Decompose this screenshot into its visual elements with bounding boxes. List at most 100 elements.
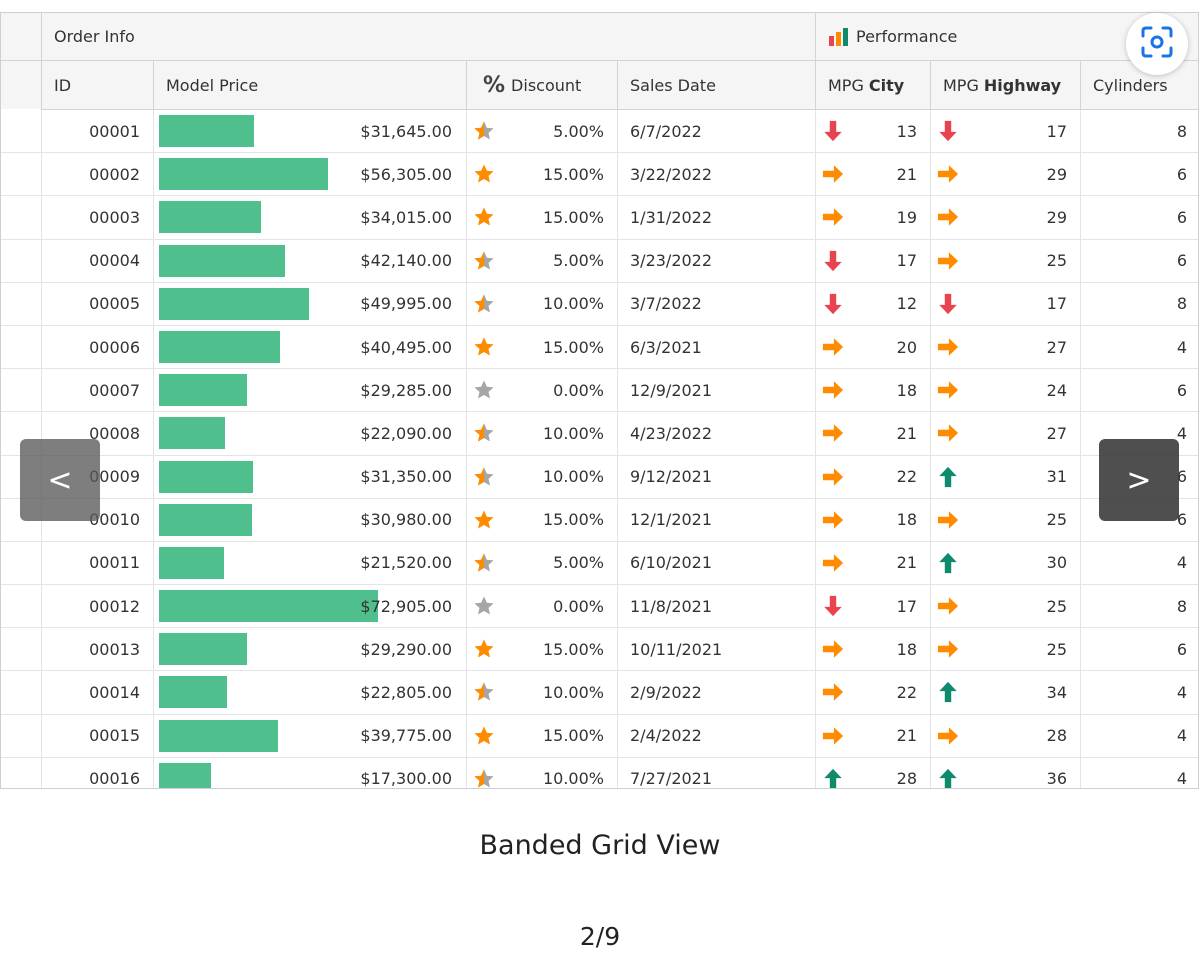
table-row[interactable]: 00010 $30,980.00 15.00% 12/1/2021 18 25 6 [1,498,1198,542]
cell-discount[interactable]: 15.00% [467,714,618,757]
cell-model-price[interactable]: $42,140.00 [154,239,467,282]
cell-mpg-city[interactable]: 21 [816,153,931,196]
row-indicator[interactable] [1,153,42,196]
cell-discount[interactable]: 10.00% [467,455,618,498]
cell-sales-date[interactable]: 3/7/2022 [618,282,816,325]
cell-model-price[interactable]: $72,905.00 [154,585,467,628]
cell-model-price[interactable]: $40,495.00 [154,325,467,369]
cell-mpg-highway[interactable]: 36 [931,757,1081,788]
row-indicator[interactable] [1,757,42,788]
row-indicator[interactable] [1,714,42,757]
cell-model-price[interactable]: $22,805.00 [154,671,467,714]
cell-discount[interactable]: 10.00% [467,412,618,455]
cell-discount[interactable]: 0.00% [467,369,618,412]
cell-sales-date[interactable]: 6/7/2022 [618,110,816,153]
cell-id[interactable]: 00002 [42,153,154,196]
cell-cylinders[interactable]: 4 [1081,758,1198,788]
cell-cylinders[interactable]: 4 [1081,715,1198,757]
cell-cylinders[interactable]: 6 [1081,628,1198,670]
cell-mpg-city[interactable]: 20 [816,325,931,369]
cell-model-price[interactable]: $31,350.00 [154,455,467,498]
row-indicator[interactable] [1,585,42,628]
cell-id[interactable]: 00014 [42,671,154,714]
cell-sales-date[interactable]: 11/8/2021 [618,585,816,628]
cell-cylinders[interactable]: 8 [1081,110,1198,152]
cell-id[interactable]: 00004 [42,239,154,282]
cell-mpg-city[interactable]: 17 [816,585,931,628]
cell-discount[interactable]: 15.00% [467,325,618,369]
column-header-discount[interactable]: % Discount [467,61,618,109]
table-row[interactable]: 00015 $39,775.00 15.00% 2/4/2022 21 28 4 [1,714,1198,758]
cell-mpg-city[interactable]: 18 [816,369,931,412]
column-header-sales-date[interactable]: Sales Date [618,61,816,109]
cell-mpg-highway[interactable]: 25 [931,498,1081,541]
table-row[interactable]: 00011 $21,520.00 5.00% 6/10/2021 21 30 4 [1,541,1198,586]
cell-sales-date[interactable]: 3/22/2022 [618,153,816,196]
cell-sales-date[interactable]: 10/11/2021 [618,628,816,671]
cell-mpg-city[interactable]: 18 [816,498,931,541]
cell-id[interactable]: 00013 [42,628,154,671]
table-row[interactable]: 00013 $29,290.00 15.00% 10/11/2021 18 25 6 [1,628,1198,672]
cell-mpg-highway[interactable]: 24 [931,369,1081,412]
cell-discount[interactable]: 15.00% [467,153,618,196]
table-row[interactable]: 00006 $40,495.00 15.00% 6/3/2021 20 27 4 [1,325,1198,370]
cell-sales-date[interactable]: 7/27/2021 [618,757,816,788]
cell-id[interactable]: 00015 [42,714,154,757]
cell-sales-date[interactable]: 4/23/2022 [618,412,816,455]
table-row[interactable]: 00003 $34,015.00 15.00% 1/31/2022 19 29 6 [1,196,1198,240]
cell-mpg-city[interactable]: 18 [816,628,931,671]
cell-discount[interactable]: 15.00% [467,196,618,239]
cell-mpg-city[interactable]: 17 [816,239,931,282]
cell-id[interactable]: 00006 [42,325,154,369]
cell-cylinders[interactable]: 6 [1081,196,1198,238]
row-indicator[interactable] [1,282,42,325]
cell-mpg-city[interactable]: 22 [816,455,931,498]
cell-cylinders[interactable]: 6 [1081,240,1198,282]
table-row[interactable]: 00005 $49,995.00 10.00% 3/7/2022 12 17 8 [1,282,1198,326]
cell-mpg-highway[interactable]: 17 [931,282,1081,325]
cell-sales-date[interactable]: 2/9/2022 [618,671,816,714]
cell-sales-date[interactable]: 3/23/2022 [618,239,816,282]
column-header-mpg-highway[interactable]: MPG Highway [931,61,1081,109]
cell-model-price[interactable]: $30,980.00 [154,498,467,541]
cell-mpg-highway[interactable]: 17 [931,110,1081,153]
cell-sales-date[interactable]: 2/4/2022 [618,714,816,757]
cell-mpg-highway[interactable]: 25 [931,239,1081,282]
column-header-id[interactable]: ID [42,61,154,109]
cell-mpg-highway[interactable]: 27 [931,412,1081,455]
cell-discount[interactable]: 5.00% [467,239,618,282]
cell-model-price[interactable]: $17,300.00 [154,757,467,788]
cell-sales-date[interactable]: 1/31/2022 [618,196,816,239]
cell-id[interactable]: 00012 [42,585,154,628]
cell-id[interactable]: 00005 [42,282,154,325]
table-row[interactable]: 00008 $22,090.00 10.00% 4/23/2022 21 27 4 [1,412,1198,456]
table-row[interactable]: 00002 $56,305.00 15.00% 3/22/2022 21 29 6 [1,153,1198,197]
cell-mpg-highway[interactable]: 27 [931,325,1081,369]
cell-mpg-city[interactable]: 21 [816,714,931,757]
row-indicator[interactable] [1,239,42,282]
cell-id[interactable]: 00007 [42,369,154,412]
cell-id[interactable]: 00016 [42,757,154,788]
scan-text-button[interactable] [1126,13,1188,75]
next-slide-button[interactable]: > [1099,439,1179,521]
table-row[interactable]: 00004 $42,140.00 5.00% 3/23/2022 17 25 6 [1,239,1198,283]
row-indicator[interactable] [1,196,42,239]
cell-mpg-highway[interactable]: 25 [931,585,1081,628]
cell-discount[interactable]: 5.00% [467,541,618,585]
cell-mpg-city[interactable]: 21 [816,412,931,455]
column-header-model-price[interactable]: Model Price [154,61,467,109]
row-indicator[interactable] [1,628,42,671]
cell-cylinders[interactable]: 4 [1081,671,1198,713]
cell-sales-date[interactable]: 6/10/2021 [618,541,816,585]
table-row[interactable]: 00009 $31,350.00 10.00% 9/12/2021 22 31 6 [1,455,1198,499]
cell-sales-date[interactable]: 12/9/2021 [618,369,816,412]
cell-cylinders[interactable]: 4 [1081,542,1198,584]
cell-mpg-highway[interactable]: 29 [931,153,1081,196]
cell-mpg-city[interactable]: 13 [816,110,931,153]
cell-discount[interactable]: 15.00% [467,498,618,541]
cell-mpg-highway[interactable]: 25 [931,628,1081,671]
cell-mpg-highway[interactable]: 29 [931,196,1081,239]
prev-slide-button[interactable]: < [20,439,100,521]
cell-mpg-city[interactable]: 21 [816,541,931,585]
cell-discount[interactable]: 10.00% [467,671,618,714]
